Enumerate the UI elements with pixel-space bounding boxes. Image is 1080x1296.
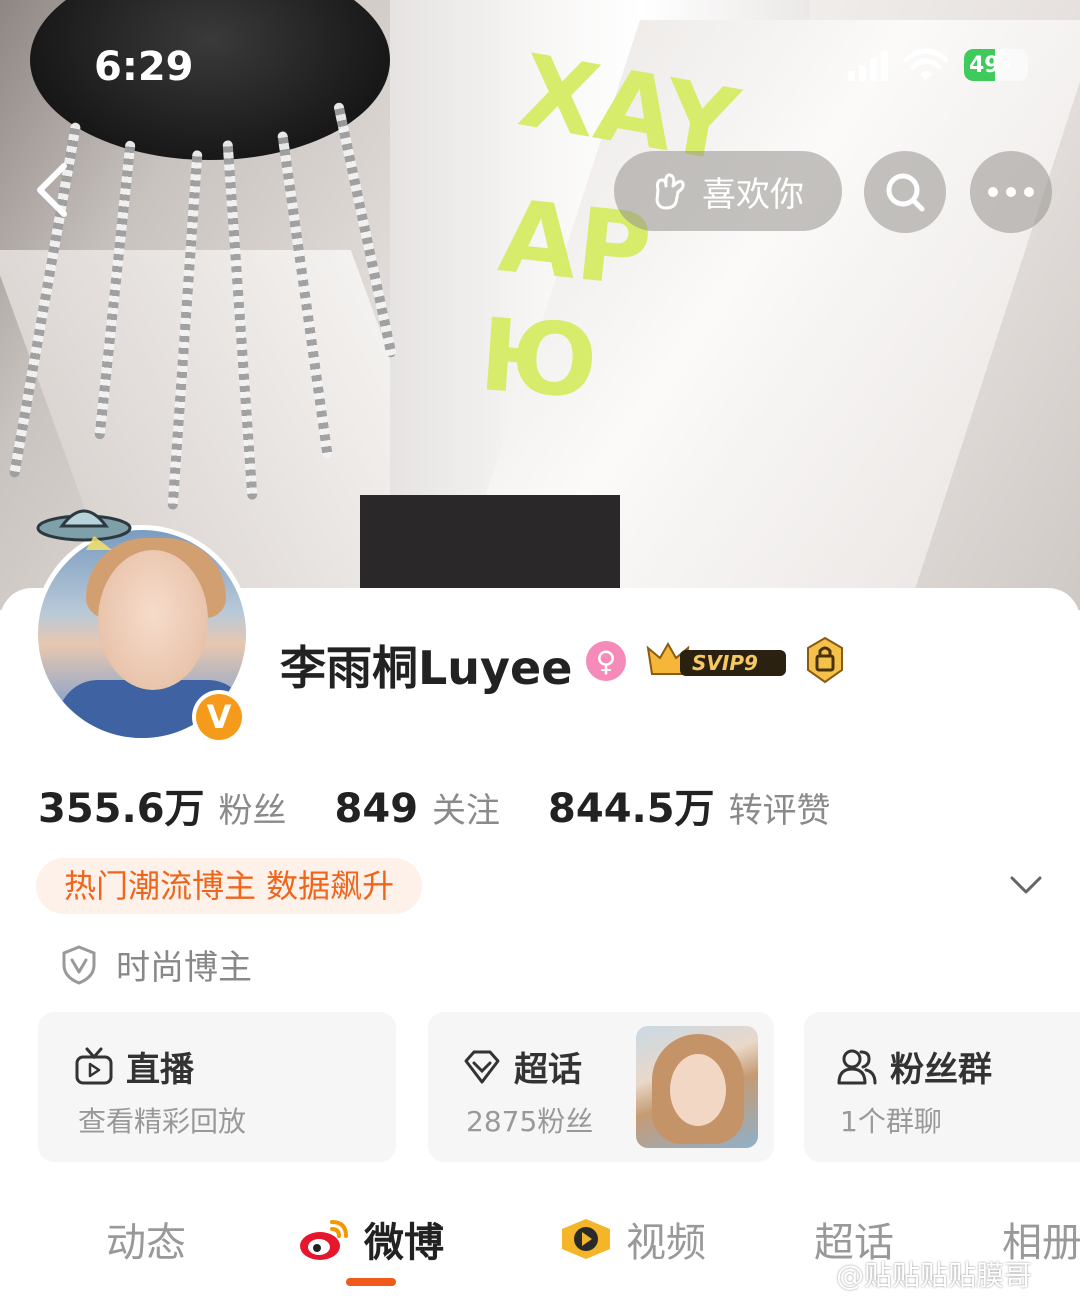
live-label: 直播 (126, 1050, 194, 1090)
tab-weibo[interactable]: 微博 (298, 1210, 444, 1268)
status-icons: 49⚡ (848, 48, 1028, 82)
hot-blogger-tag[interactable]: 热门潮流博主 数据飙升 (36, 858, 423, 914)
active-tab-indicator (346, 1278, 396, 1286)
status-time: 6:29 (94, 44, 194, 90)
tab-feed[interactable]: 动态 (106, 1210, 186, 1268)
supertopic-tile[interactable]: 超话 2875粉丝 (428, 1012, 774, 1162)
supertopic-title: 超话 (462, 1042, 582, 1091)
cover-shirt-text-3: Ю (476, 296, 602, 421)
tab-label: 动态 (106, 1220, 186, 1266)
more-button[interactable] (970, 151, 1052, 233)
certification-row: 时尚博主 (62, 940, 252, 989)
stat-following[interactable]: 849 关注 (335, 783, 501, 832)
live-subtitle: 查看精彩回放 (78, 1105, 247, 1138)
fan-group-tile[interactable]: 粉丝群 1个群聊 (804, 1012, 1080, 1162)
chevron-down-icon[interactable] (1008, 870, 1044, 900)
supertopic-label: 超话 (514, 1050, 582, 1090)
like-you-button[interactable]: 喜欢你 (614, 151, 842, 231)
diamond-icon (464, 1050, 500, 1083)
weibo-logo-icon (300, 1220, 348, 1260)
search-icon (886, 173, 925, 212)
signal-icon (848, 49, 888, 81)
live-tile[interactable]: 直播 查看精彩回放 (38, 1012, 396, 1162)
battery-percent: 49 (969, 53, 1000, 78)
battery-icon: 49⚡ (964, 49, 1028, 81)
back-icon[interactable] (28, 160, 78, 220)
certification-label: 时尚博主 (116, 948, 252, 988)
svip-label: SVIP9 (692, 651, 758, 675)
tv-icon (75, 1047, 113, 1084)
wifi-icon (904, 48, 948, 80)
cover-image: XAY AP Ю (0, 0, 1080, 610)
stat-interactions[interactable]: 844.5万 转评赞 (548, 776, 831, 834)
svip-badge[interactable]: SVIP9 (640, 640, 790, 682)
fan-group-label: 粉丝群 (890, 1050, 992, 1090)
stat-value: 844.5万 (548, 786, 715, 832)
stats-row: 355.6万 粉丝 849 关注 844.5万 转评赞 (38, 776, 879, 834)
search-button[interactable] (864, 151, 946, 233)
group-icon (837, 1049, 877, 1084)
profile-name: 李雨桐Luyee (280, 641, 573, 695)
cover-hat (30, 0, 390, 160)
tab-video[interactable]: 视频 (558, 1210, 706, 1268)
stat-label: 关注 (432, 791, 501, 831)
live-title: 直播 (74, 1042, 194, 1091)
verified-icon: V (196, 694, 242, 740)
tab-label: 视频 (626, 1220, 706, 1266)
video-play-icon (562, 1219, 610, 1259)
tab-label: 微博 (364, 1220, 444, 1266)
stat-value: 355.6万 (38, 786, 205, 832)
ufo-pendant-icon (36, 509, 132, 550)
supertopic-thumbnail (636, 1026, 758, 1148)
stat-label: 转评赞 (728, 791, 831, 831)
finger-heart-icon (655, 173, 685, 210)
stat-value: 849 (334, 786, 419, 832)
like-you-label: 喜欢你 (702, 174, 804, 215)
female-gender-icon: ♀ (586, 641, 626, 681)
verified-badge: V (192, 690, 246, 744)
fan-group-subtitle: 1个群聊 (840, 1105, 942, 1138)
fan-group-title: 粉丝群 (836, 1042, 992, 1091)
shield-v-icon (62, 944, 96, 985)
watermark: @贴贴贴贴膜哥 (836, 1259, 1033, 1292)
supertopic-subtitle: 2875粉丝 (466, 1105, 594, 1138)
stat-followers[interactable]: 355.6万 粉丝 (38, 776, 287, 834)
more-icon (988, 187, 1034, 197)
cover-belt (360, 495, 620, 595)
stat-label: 粉丝 (218, 791, 287, 831)
fan-lock-badge-icon[interactable] (804, 636, 846, 684)
